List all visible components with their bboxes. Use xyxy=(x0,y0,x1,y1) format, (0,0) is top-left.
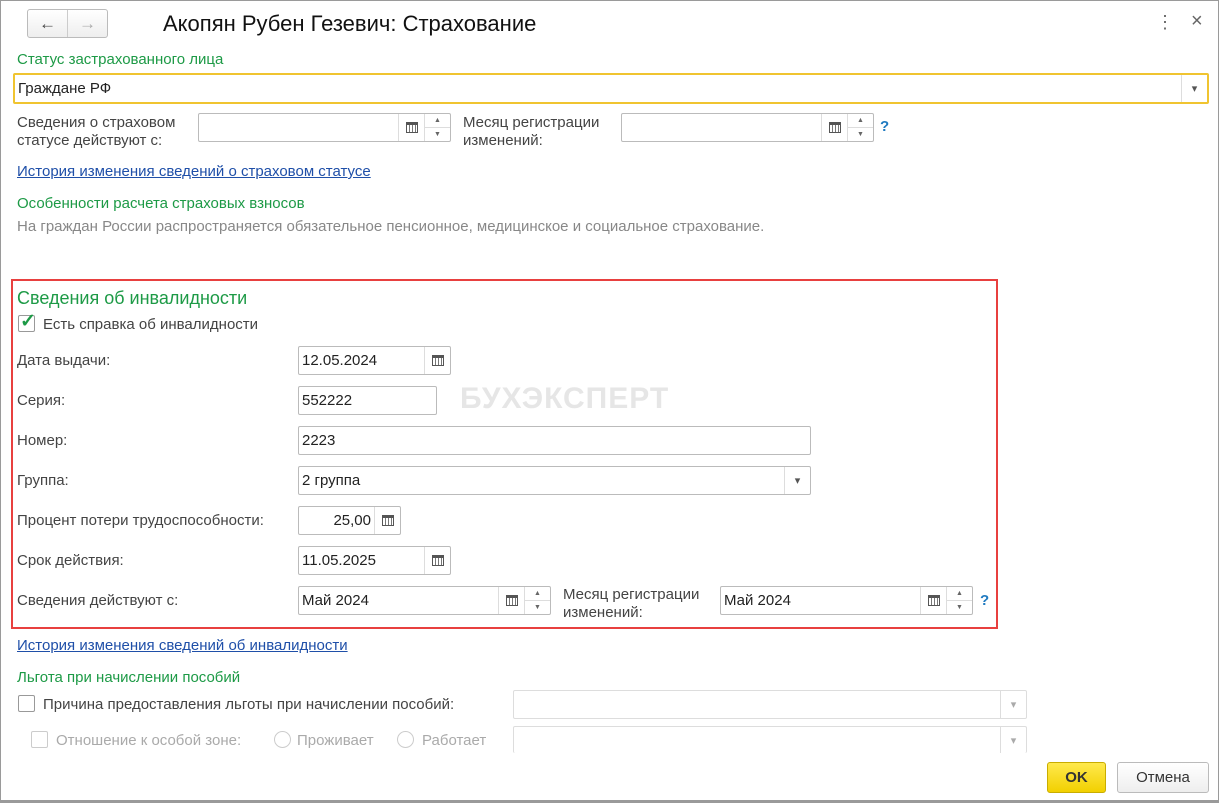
spinner[interactable]: ▲ ▼ xyxy=(524,587,550,614)
ok-button[interactable]: OK xyxy=(1047,762,1106,793)
series-value: 552222 xyxy=(302,392,353,409)
valid-value: 11.05.2025 xyxy=(302,552,376,569)
disability-title: Сведения об инвалидности xyxy=(17,288,248,308)
status-history-link[interactable]: История изменения сведений о страховом с… xyxy=(17,163,371,180)
group-select[interactable]: 2 группа ▾ xyxy=(298,466,811,495)
disability-history-link[interactable]: История изменения сведений об инвалиднос… xyxy=(17,637,348,654)
spinner[interactable]: ▲ ▼ xyxy=(847,114,873,141)
watermark: БУХЭКСПЕРТ xyxy=(460,382,670,415)
back-button[interactable]: ← xyxy=(28,10,68,37)
forward-button[interactable]: → xyxy=(68,10,107,37)
calendar-icon[interactable] xyxy=(498,587,524,614)
more-icon[interactable]: ⋮ xyxy=(1156,12,1174,33)
status-from-input[interactable]: ▲ ▼ xyxy=(198,113,451,142)
insured-status-select[interactable]: Граждане РФ ▾ xyxy=(13,73,1209,104)
from-value: Май 2024 xyxy=(302,592,369,609)
cancel-button[interactable]: Отмена xyxy=(1117,762,1209,793)
valid-label: Срок действия: xyxy=(17,552,124,569)
nav-buttons: ← → xyxy=(27,9,108,38)
zone-checkbox[interactable] xyxy=(31,731,48,748)
contrib-label: Особенности расчета страховых взносов xyxy=(17,195,305,212)
from-input[interactable]: Май 2024 ▲ ▼ xyxy=(298,586,551,615)
series-input[interactable]: 552222 xyxy=(298,386,437,415)
calendar-icon[interactable] xyxy=(424,347,450,374)
month-input[interactable]: Май 2024 ▲ ▼ xyxy=(720,586,973,615)
benefit-reason-checkbox[interactable] xyxy=(18,695,35,712)
number-label: Номер: xyxy=(17,432,68,449)
insured-status-value: Граждане РФ xyxy=(18,80,112,97)
percent-input[interactable]: 25,00 xyxy=(298,506,401,535)
from-label: Сведения действуют с: xyxy=(17,592,179,609)
insured-status-label: Статус застрахованного лица xyxy=(17,51,224,68)
spinner[interactable]: ▲ ▼ xyxy=(424,114,450,141)
calculator-icon[interactable] xyxy=(374,507,400,534)
benefit-reason-label: Причина предоставления льготы при начисл… xyxy=(43,696,455,713)
contrib-text: На граждан России распространяется обяза… xyxy=(17,218,765,235)
chevron-down-icon[interactable]: ▾ xyxy=(784,467,810,494)
status-from-label: Сведения о страховом статусе действуют с… xyxy=(17,114,176,149)
calendar-icon[interactable] xyxy=(920,587,946,614)
number-value: 2223 xyxy=(302,432,336,449)
issue-date-value: 12.05.2024 xyxy=(302,352,378,369)
benefit-reason-select[interactable]: ▾ xyxy=(513,690,1027,719)
chevron-down-icon[interactable]: ▾ xyxy=(1000,691,1026,718)
chevron-down-icon[interactable]: ▾ xyxy=(1000,727,1026,753)
percent-value: 25,00 xyxy=(333,512,371,529)
percent-label: Процент потери трудоспособности: xyxy=(17,512,264,529)
month-value: Май 2024 xyxy=(724,592,791,609)
help-icon[interactable]: ? xyxy=(880,118,889,135)
calendar-icon[interactable] xyxy=(424,547,450,574)
group-label: Группа: xyxy=(17,472,69,489)
checkmark-icon: ✓ xyxy=(20,311,36,332)
has-cert-checkbox[interactable]: ✓ xyxy=(18,311,36,332)
lives-radio[interactable] xyxy=(274,731,291,748)
has-cert-label: Есть справка об инвалидности xyxy=(43,316,259,333)
zone-label: Отношение к особой зоне: xyxy=(56,732,242,749)
close-button[interactable]: × xyxy=(1191,10,1203,33)
window-title: Акопян Рубен Гезевич: Страхование xyxy=(163,11,537,36)
chevron-down-icon[interactable]: ▾ xyxy=(1181,75,1207,102)
works-radio[interactable] xyxy=(397,731,414,748)
status-month-input[interactable]: ▲ ▼ xyxy=(621,113,874,142)
group-value: 2 группа xyxy=(302,472,361,489)
help-icon[interactable]: ? xyxy=(980,592,989,609)
number-input[interactable]: 2223 xyxy=(298,426,811,455)
status-month-label: Месяц регистрации изменений: xyxy=(463,114,600,149)
issue-date-label: Дата выдачи: xyxy=(17,352,111,369)
calendar-icon[interactable] xyxy=(821,114,847,141)
spinner[interactable]: ▲ ▼ xyxy=(946,587,972,614)
lives-label: Проживает xyxy=(297,732,374,749)
benefit-label: Льгота при начислении пособий xyxy=(17,669,241,686)
valid-input[interactable]: 11.05.2025 xyxy=(298,546,451,575)
works-label: Работает xyxy=(422,732,487,749)
series-label: Серия: xyxy=(17,392,66,409)
zone-select[interactable]: ▾ xyxy=(513,726,1027,753)
issue-date-input[interactable]: 12.05.2024 xyxy=(298,346,451,375)
month-label: Месяц регистрации изменений: xyxy=(563,586,700,621)
calendar-icon[interactable] xyxy=(398,114,424,141)
